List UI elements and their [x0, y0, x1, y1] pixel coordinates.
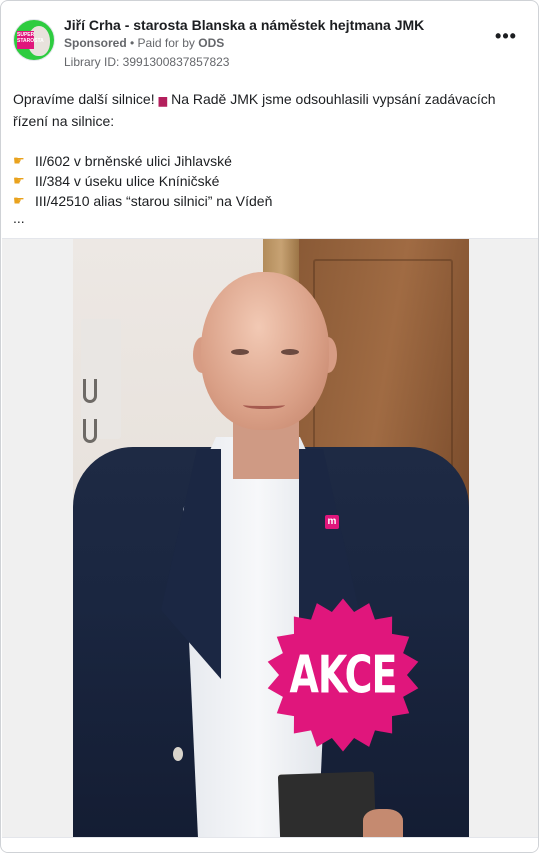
more-horizontal-icon: ••• — [495, 26, 517, 46]
post-text: Opravíme další silnice! ▆ Na Radě JMK jsme… — [13, 89, 523, 225]
post-text-intro: Opravíme další silnice! ▆ Na Radě JMK jsme… — [13, 89, 523, 131]
post-photo: m AKCE — [73, 239, 469, 838]
pointing-hand-icon: ☛ — [13, 153, 25, 168]
library-id: Library ID: 3991300837857823 — [64, 55, 230, 69]
list-item: ☛ II/384 v úseku ulice Kníničské — [13, 171, 523, 191]
post-footer — [2, 837, 538, 852]
meta-separator: • — [126, 36, 138, 50]
paid-for-prefix: Paid for by — [137, 36, 199, 50]
avatar[interactable]: SUPER STAROSTA — [13, 19, 55, 61]
post-header: SUPER STAROSTA Jiří Crha - starosta Blan… — [13, 17, 526, 73]
avatar-badge: SUPER STAROSTA — [17, 31, 44, 49]
post-media[interactable]: m AKCE — [2, 238, 538, 838]
pointing-hand-icon: ☛ — [13, 193, 25, 208]
list-item-text: III/42510 alias “starou silnici” na Víde… — [35, 193, 273, 209]
list-item-text: II/602 v brněnské ulici Jihlavské — [35, 153, 232, 169]
sponsored-meta: Sponsored • Paid for by ODS — [64, 36, 224, 50]
more-options-button[interactable]: ••• — [492, 27, 520, 49]
list-item-text: II/384 v úseku ulice Kníničské — [35, 173, 220, 189]
list-item: ☛ III/42510 alias “starou silnici” na Ví… — [13, 191, 523, 211]
sponsored-label: Sponsored — [64, 36, 127, 50]
ad-post-card: SUPER STAROSTA Jiří Crha - starosta Blan… — [0, 0, 539, 853]
akce-badge-text: AKCE — [289, 645, 398, 705]
paid-for-by: ODS — [198, 36, 225, 50]
lapel-pin: m — [325, 515, 339, 529]
car-icon: ▆ — [158, 95, 168, 107]
pointing-hand-icon: ☛ — [13, 173, 25, 188]
list-item: ☛ II/602 v brněnské ulici Jihlavské — [13, 151, 523, 171]
page-name[interactable]: Jiří Crha - starosta Blanska a náměstek … — [64, 17, 424, 33]
post-text-headline: Opravíme další silnice! — [13, 91, 155, 107]
book — [277, 771, 377, 838]
see-more-ellipsis[interactable]: ... — [13, 211, 523, 225]
